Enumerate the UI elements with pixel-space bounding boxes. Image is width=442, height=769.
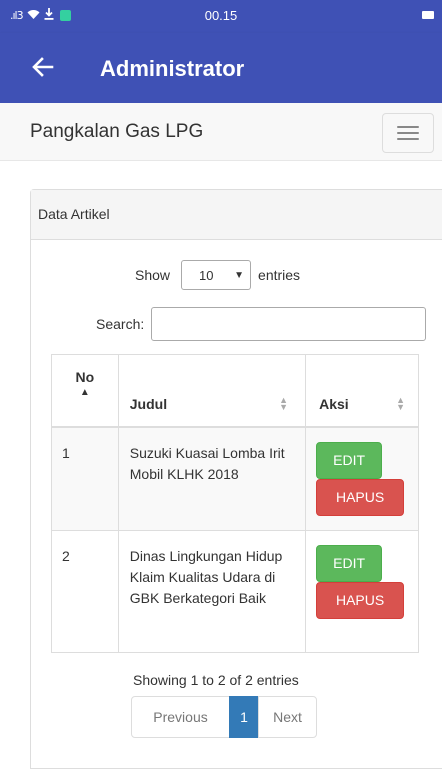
previous-page-button[interactable]: Previous [131,696,230,738]
edit-button[interactable]: EDIT [316,545,383,582]
data-artikel-panel: Data Artikel Show 10 ▼ entries Search: N… [30,189,442,769]
battery-icon [422,11,434,19]
column-header-label: Judul [129,395,168,412]
hamburger-menu-icon-bar [397,138,419,140]
back-arrow-icon[interactable] [30,54,56,80]
table-info: Showing 1 to 2 of 2 entries [133,672,299,688]
caret-down-icon: ▼ [234,270,245,281]
site-navbar: Pangkalan Gas LPG [0,103,442,161]
cell-judul: Dinas Lingkungan Hidup Klaim Kualitas Ud… [117,530,307,653]
artikel-table: No ▲ Judul ▲ ▼ Aksi ▲ ▼ 1 Suzuki Kuasai Lo… [51,354,419,653]
search-input[interactable] [151,307,427,341]
show-label: Show [135,267,171,283]
entries-select[interactable]: 10 ▼ [181,260,252,290]
sort-both-icon: ▲ ▼ [279,394,289,412]
hamburger-menu-icon-bar [397,132,419,134]
column-header-aksi[interactable]: Aksi ▲ ▼ [305,354,419,428]
cell-aksi: EDIT HAPUS [305,426,419,531]
status-time: 00.15 [204,8,238,23]
cell-no: 2 [51,530,119,653]
delete-button[interactable]: HAPUS [316,478,405,516]
column-header-label: Aksi [319,395,349,412]
delete-button[interactable]: HAPUS [316,582,405,619]
search-control: Search: [96,307,427,341]
column-header-label: No [75,369,95,385]
next-page-button[interactable]: Next [258,696,317,738]
sort-both-icon: ▲ ▼ [396,394,405,412]
page-1-button[interactable]: 1 [229,696,259,738]
cell-no: 1 [51,426,119,531]
table-row: 2 Dinas Lingkungan Hidup Klaim Kualitas … [51,530,419,653]
entries-length-control: Show 10 ▼ entries [135,260,300,290]
cell-judul: Suzuki Kuasai Lomba Irit Mobil KLHK 2018 [117,426,307,531]
table-row: 1 Suzuki Kuasai Lomba Irit Mobil KLHK 20… [51,426,419,531]
entries-select-value: 10 [199,268,214,283]
status-bar: .ıl3 00.15 [0,0,442,33]
cell-aksi: EDIT HAPUS [305,530,419,653]
pagination: Previous 1 Next [131,696,317,738]
column-header-judul[interactable]: Judul ▲ ▼ [117,354,307,428]
table-header-row: No ▲ Judul ▲ ▼ Aksi ▲ ▼ [51,354,419,428]
column-header-no[interactable]: No ▲ [51,354,119,428]
menu-toggle-button[interactable] [382,113,434,153]
entries-label: entries [258,267,301,283]
navbar-brand[interactable]: Pangkalan Gas LPG [30,121,203,143]
app-bar: Administrator [0,33,442,103]
edit-button[interactable]: EDIT [316,441,383,479]
panel-heading: Data Artikel [31,190,442,240]
app-title: Administrator [100,56,245,81]
sort-ascending-icon: ▲ [79,387,90,398]
search-label: Search: [96,316,145,332]
hamburger-menu-icon [397,126,419,128]
